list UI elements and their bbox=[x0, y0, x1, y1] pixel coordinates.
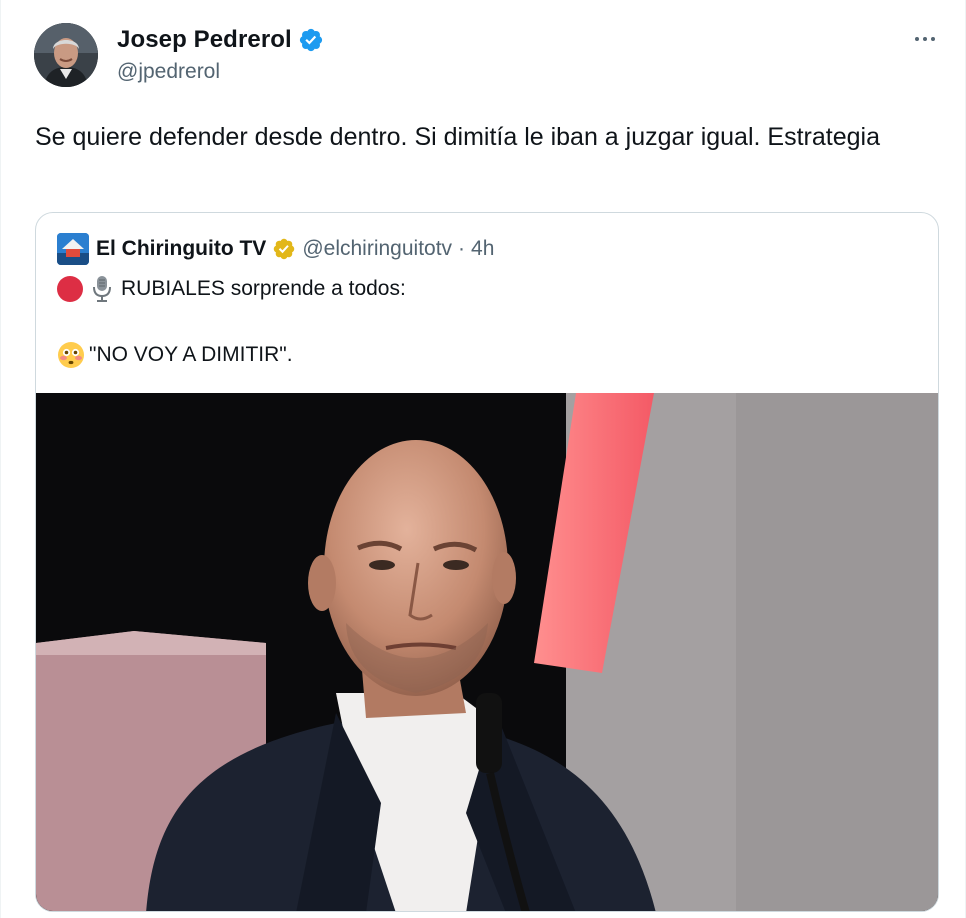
author-handle[interactable]: @jpedrerol bbox=[117, 60, 220, 84]
quoted-header: El Chiringuito TV @elchiringuitotv · 4h bbox=[96, 233, 494, 265]
more-options-icon[interactable] bbox=[907, 26, 943, 52]
quoted-tweet[interactable]: El Chiringuito TV @elchiringuitotv · 4h … bbox=[35, 212, 939, 912]
flushed-face-icon bbox=[58, 342, 84, 368]
author-avatar[interactable] bbox=[34, 23, 98, 87]
author-name[interactable]: Josep Pedrerol bbox=[117, 26, 292, 54]
quoted-text-line-2: "NO VOY A DIMITIR". bbox=[57, 338, 293, 372]
avatar-photo bbox=[34, 23, 98, 87]
chiringuito-logo-icon bbox=[57, 233, 89, 265]
microphone-icon bbox=[93, 276, 111, 302]
author-name-row[interactable]: Josep Pedrerol bbox=[117, 26, 324, 54]
quoted-line-1-text: RUBIALES sorprende a todos: bbox=[121, 277, 406, 300]
tweet-text: Se quiere defender desde dentro. Si dimi… bbox=[35, 123, 880, 151]
verified-badge-icon bbox=[299, 28, 322, 52]
meta-separator: · bbox=[458, 237, 466, 260]
more-dot bbox=[923, 37, 927, 41]
quoted-line-2-text: "NO VOY A DIMITIR". bbox=[89, 343, 293, 366]
tweet-card: Josep Pedrerol @jpedrerol Se quiere defe… bbox=[0, 0, 966, 918]
quoted-author-name[interactable]: El Chiringuito TV bbox=[96, 237, 266, 261]
quoted-media-video[interactable] bbox=[36, 393, 938, 911]
video-still-image bbox=[36, 393, 938, 911]
red-circle-icon bbox=[57, 276, 83, 302]
more-dot bbox=[915, 37, 919, 41]
more-dot bbox=[931, 37, 935, 41]
quoted-author-handle[interactable]: @elchiringuitotv bbox=[302, 237, 452, 261]
gold-verified-badge-icon bbox=[274, 238, 295, 260]
quoted-text-line-1: RUBIALES sorprende a todos: bbox=[57, 273, 406, 305]
quoted-author-avatar[interactable] bbox=[57, 233, 89, 265]
quoted-timestamp[interactable]: 4h bbox=[471, 237, 494, 261]
